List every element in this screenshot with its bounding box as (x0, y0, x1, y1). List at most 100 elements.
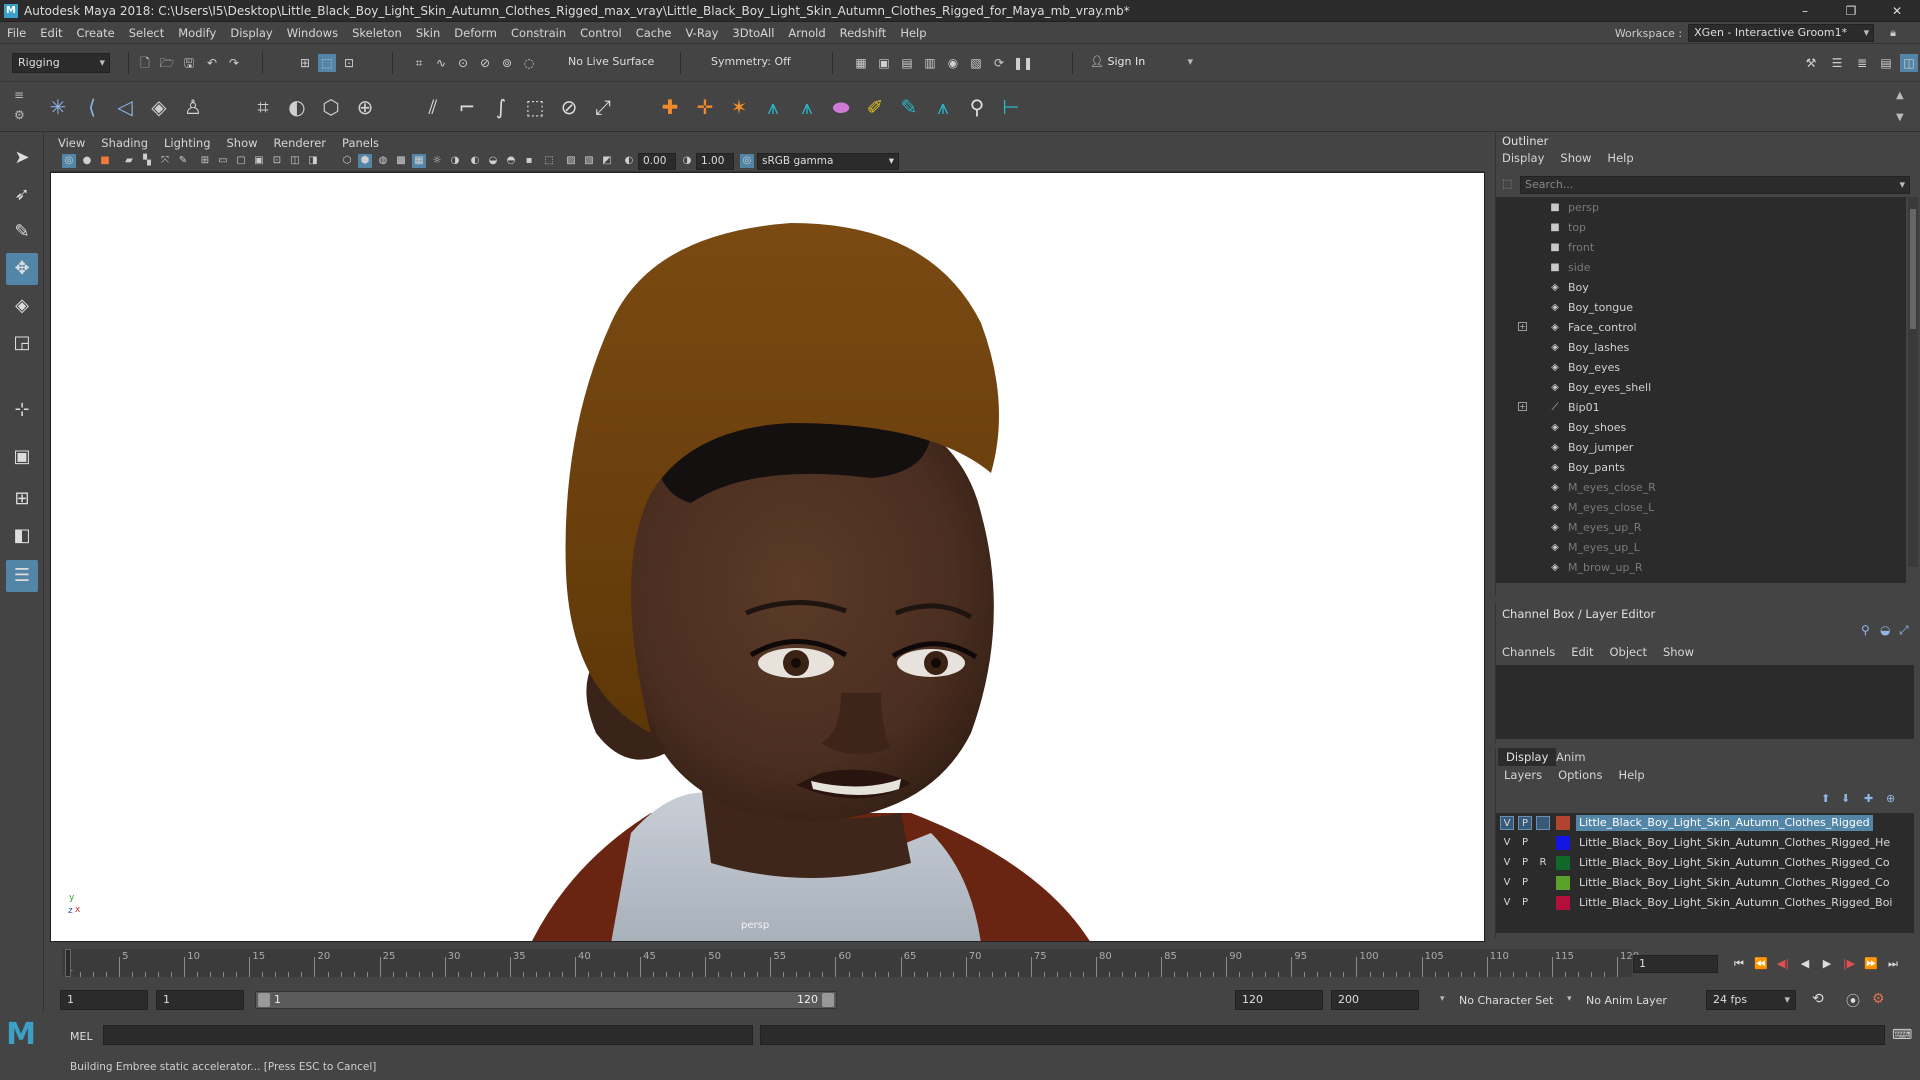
move-layer-up-icon[interactable]: ⬆ (1821, 792, 1830, 805)
outliner-item[interactable]: ■ top (1496, 217, 1906, 237)
shelf-scroll-up-icon[interactable]: ▲ (1896, 90, 1904, 101)
shelf-scroll-down-icon[interactable]: ▼ (1896, 112, 1904, 123)
channel-box-menu-channels[interactable]: Channels (1502, 645, 1555, 659)
viewport-menu-view[interactable]: View (50, 136, 93, 150)
orient-joint-icon[interactable]: ◈ (144, 92, 174, 122)
wrap-deformer-icon[interactable]: ⩚ (928, 92, 958, 122)
layer-v-toggle[interactable]: V (1500, 836, 1514, 850)
outliner-item[interactable]: ◈ Boy_jumper (1496, 437, 1906, 457)
wireframe-icon[interactable]: ⬡ (340, 154, 354, 168)
locator-icon[interactable]: ✚ (655, 92, 685, 122)
outliner-item[interactable]: ■ front (1496, 237, 1906, 257)
channel-box-icon-b[interactable]: ◒ (1880, 623, 1890, 637)
layer-v-toggle[interactable]: V (1500, 896, 1514, 910)
character-set-arrow-icon[interactable]: ▾ (1440, 994, 1445, 1004)
channel-box-icon-a[interactable]: ⚲ (1861, 623, 1870, 637)
shadows-icon[interactable]: ☼ (430, 154, 444, 168)
layer-row[interactable]: V P Little_Black_Boy_Light_Skin_Autumn_Clo… (1496, 813, 1914, 833)
lasso-tool-icon[interactable]: ➶ (6, 179, 38, 211)
grease-pencil-icon[interactable]: ✎ (176, 154, 190, 168)
move-tool-icon[interactable]: ✥ (6, 253, 38, 285)
snap-surface-icon[interactable]: ⊚ (498, 54, 516, 72)
time-slider[interactable]: 1 5 10 15 20 25 30 35 40 45 50 55 60 65 70 75 80 85 90 95 1… (50, 945, 1920, 980)
outliner-item[interactable]: ◈ Boy_eyes_shell (1496, 377, 1906, 397)
undo-icon[interactable]: ↶ (203, 54, 221, 72)
layer-p-toggle[interactable]: P (1518, 896, 1532, 910)
menu-item-cache[interactable]: Cache (629, 26, 679, 40)
hypershade-icon[interactable]: ◉ (944, 54, 962, 72)
bookmarks-icon[interactable]: ▰ (122, 154, 136, 168)
tab-anim[interactable]: Anim (1548, 748, 1594, 766)
menu-item-constrain[interactable]: Constrain (504, 26, 573, 40)
viewport-menu-show[interactable]: Show (219, 136, 266, 150)
mel-command-input[interactable] (103, 1025, 753, 1045)
outliner-scrollbar[interactable] (1908, 197, 1918, 567)
gate-mask-icon[interactable]: ▣ (252, 154, 266, 168)
ik-handle-icon[interactable]: ⫽ (418, 92, 448, 122)
ambient-occlusion-icon[interactable]: ◓ (504, 154, 518, 168)
render-settings-icon[interactable]: ▥ (921, 54, 939, 72)
viewport-menu-lighting[interactable]: Lighting (156, 136, 218, 150)
pole-vector-icon[interactable]: ⊘ (554, 92, 584, 122)
menu-item-arnold[interactable]: Arnold (781, 26, 832, 40)
redo-icon[interactable]: ↷ (225, 54, 243, 72)
menu-item-v-ray[interactable]: V-Ray (678, 26, 725, 40)
minimize-button[interactable]: – (1782, 0, 1828, 22)
layer-menu-options[interactable]: Options (1558, 768, 1602, 782)
anim-layer-arrow-icon[interactable]: ▾ (1567, 994, 1572, 1004)
menu-item-modify[interactable]: Modify (171, 26, 223, 40)
vray-frame-icon[interactable]: ▧ (967, 54, 985, 72)
exposure-field[interactable]: 0.00 (638, 153, 676, 170)
outliner-layout-icon[interactable]: ☰ (6, 560, 38, 592)
ipr-render-icon[interactable]: ▤ (898, 54, 916, 72)
expand-icon[interactable]: + (1518, 402, 1527, 411)
layer-color-swatch[interactable] (1556, 816, 1570, 830)
spline-ik-icon[interactable]: ∫ (486, 92, 516, 122)
tool-settings-icon[interactable]: ≣ (1853, 54, 1871, 72)
exposure-icon[interactable]: ◐ (622, 154, 636, 168)
camera-attributes-icon[interactable]: ■ (98, 154, 112, 168)
sign-in-dropdown[interactable]: 👤︎ Sign In ▾ (1085, 53, 1197, 73)
safe-title-icon[interactable]: ◨ (306, 154, 320, 168)
outliner-menu-display[interactable]: Display (1502, 151, 1544, 165)
attribute-editor-icon[interactable]: ☰ (1828, 54, 1846, 72)
select-object-icon[interactable]: ⬚ (318, 54, 336, 72)
step-back-key-icon[interactable]: ◀| (1774, 955, 1792, 973)
new-layer-icon[interactable]: ✚ (1864, 792, 1873, 805)
layer-p-toggle[interactable]: P (1518, 816, 1532, 830)
step-forward-frame-icon[interactable]: ⏩ (1862, 955, 1880, 973)
viewport-menu-shading[interactable]: Shading (93, 136, 156, 150)
use-all-lights-icon[interactable]: ▦ (412, 154, 426, 168)
outliner-item[interactable]: ◈ M_eyes_close_R (1496, 477, 1906, 497)
aim-constraint-icon[interactable]: ⤢ (588, 92, 618, 122)
range-start-handle[interactable] (258, 993, 270, 1007)
outliner-item[interactable]: ◈ Boy_pants (1496, 457, 1906, 477)
close-button[interactable]: ✕ (1874, 0, 1920, 22)
current-frame-field[interactable]: 1 (1633, 955, 1718, 973)
layer-color-swatch[interactable] (1556, 876, 1570, 890)
layer-p-toggle[interactable]: P (1518, 836, 1532, 850)
hik-icon[interactable]: ⚲ (962, 92, 992, 122)
viewport-menu-panels[interactable]: Panels (334, 136, 387, 150)
menu-item-create[interactable]: Create (70, 26, 122, 40)
menu-item-control[interactable]: Control (573, 26, 629, 40)
select-hierarchy-icon[interactable]: ⊞ (296, 54, 314, 72)
hud-icon[interactable]: ◩ (600, 154, 614, 168)
layer-color-swatch[interactable] (1556, 856, 1570, 870)
color-space-dropdown[interactable]: sRGB gamma ▾ (757, 153, 899, 170)
lattice-icon[interactable]: ⬡ (316, 92, 346, 122)
play-backward-icon[interactable]: ◀ (1796, 955, 1814, 973)
outliner-item[interactable]: ◈ Boy_tongue (1496, 297, 1906, 317)
outliner-menu-show[interactable]: Show (1560, 151, 1591, 165)
outliner-toggle-icon[interactable]: ◫ (1900, 54, 1918, 72)
snap-curve-icon[interactable]: ∿ (432, 54, 450, 72)
open-scene-icon[interactable]: 🗁︎ (158, 54, 176, 72)
mirror-joint-icon[interactable]: ◁ (110, 92, 140, 122)
menu-item-file[interactable]: File (0, 26, 33, 40)
xray-icon[interactable]: ◑ (448, 154, 462, 168)
outliner-item[interactable]: ◈ Boy_eyes (1496, 357, 1906, 377)
film-gate-icon[interactable]: ▭ (216, 154, 230, 168)
xray-components-icon[interactable]: ◒ (486, 154, 500, 168)
layer-menu-layers[interactable]: Layers (1504, 768, 1542, 782)
orient-constraint-icon[interactable]: ⩚ (758, 92, 788, 122)
